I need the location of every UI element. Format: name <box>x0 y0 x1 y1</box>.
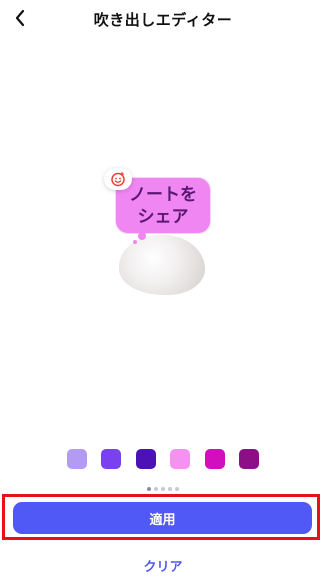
bubble-text-line2: シェア <box>137 206 189 227</box>
color-swatch[interactable] <box>204 449 225 469</box>
page-title: 吹き出しエディター <box>93 11 233 29</box>
color-swatch[interactable] <box>135 449 156 469</box>
profile-photo <box>119 235 205 295</box>
page-dot <box>154 487 158 491</box>
page-dot <box>168 487 172 491</box>
bubble-preview: ノートを シェア <box>0 160 326 300</box>
speech-bubble[interactable]: ノートを シェア <box>116 178 210 233</box>
page-dot <box>147 487 151 491</box>
clear-button[interactable]: クリア <box>0 556 326 575</box>
page-dot <box>161 487 165 491</box>
color-swatch[interactable] <box>170 449 191 469</box>
color-swatch[interactable] <box>67 449 87 469</box>
color-palette <box>67 449 259 471</box>
page-dot <box>175 487 179 491</box>
bubble-text-line1: ノートを <box>129 184 197 205</box>
apply-button[interactable]: 適用 <box>13 502 312 534</box>
color-swatch[interactable] <box>238 449 259 469</box>
header: 吹き出しエディター <box>0 0 326 40</box>
bubble-tail-dot <box>133 240 137 244</box>
page-indicator <box>0 487 326 491</box>
color-swatch[interactable] <box>101 449 122 469</box>
smile-icon <box>111 171 125 187</box>
bubble-tail <box>138 232 146 240</box>
emoji-button[interactable] <box>104 168 132 190</box>
